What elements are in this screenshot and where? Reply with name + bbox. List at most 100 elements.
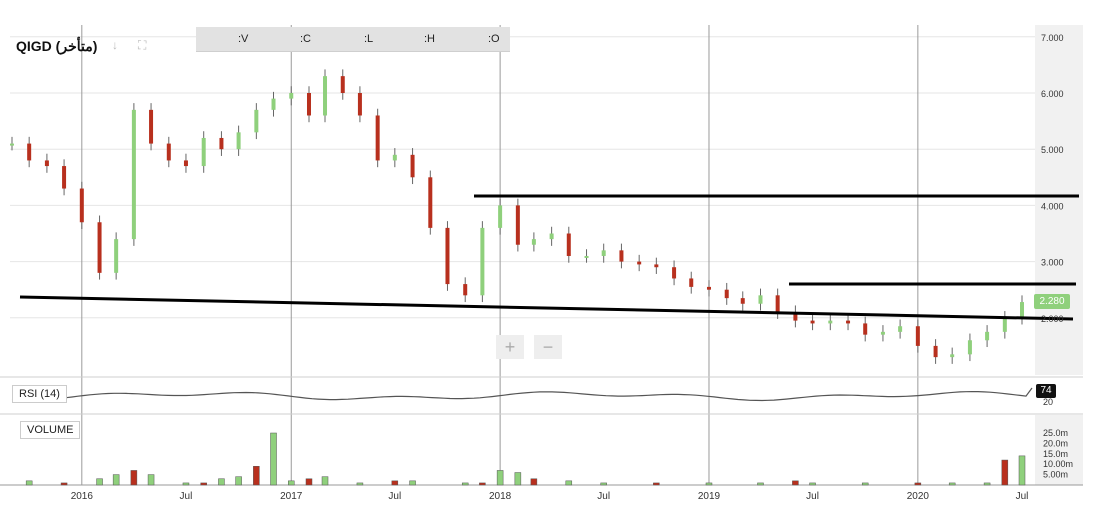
price-candle	[463, 284, 468, 296]
price-candle	[392, 154, 397, 161]
volume-bar	[914, 482, 922, 486]
price-candle	[10, 143, 14, 146]
volume-bar	[200, 482, 207, 486]
volume-bar	[1001, 459, 1009, 486]
rsi-value-badge: 74	[1036, 384, 1056, 398]
price-candle	[357, 93, 362, 116]
price-candle	[566, 233, 571, 256]
rsi-line	[11, 387, 1033, 402]
chart-canvas: 7.000 6.000 5.000 4.000 3.000 2.000 20 25.0m20.…	[0, 25, 1083, 502]
price-candle	[27, 143, 32, 161]
price-tick-label: 5.000	[1041, 145, 1064, 155]
price-candle	[254, 109, 259, 133]
price-candle	[531, 239, 536, 245]
volume-bar	[130, 470, 138, 486]
volume-bar	[409, 480, 416, 486]
volume-bar	[321, 476, 329, 486]
price-candle	[271, 98, 276, 110]
zoom-out-button[interactable]: −	[534, 335, 562, 359]
x-axis-label: Jul	[806, 491, 819, 502]
price-candle	[584, 255, 589, 258]
price-candle	[289, 93, 294, 99]
volume-bar	[270, 432, 277, 486]
volume-bar	[983, 482, 991, 486]
x-axis-label: 2016	[71, 491, 94, 502]
rsi-axis-tick: 20	[1043, 397, 1053, 407]
volume-bar	[288, 480, 295, 486]
volume-bar	[182, 482, 190, 486]
volume-bar	[479, 482, 486, 486]
price-candle	[672, 267, 677, 279]
volume-bar	[861, 482, 869, 486]
price-tick-label: 6.000	[1041, 89, 1064, 99]
price-tick-label: 2.000	[1041, 314, 1064, 324]
price-candle	[601, 250, 606, 256]
price-candle	[933, 345, 938, 358]
volume-bar	[809, 482, 816, 486]
price-candle	[549, 233, 554, 240]
price-candle	[654, 264, 659, 268]
price-candle	[114, 239, 119, 273]
volume-bar	[60, 482, 68, 486]
price-candle	[828, 320, 833, 324]
volume-tick-label: 20.0m	[1043, 438, 1068, 448]
price-candle	[1002, 317, 1007, 332]
price-candle	[515, 205, 520, 245]
price-candle	[445, 227, 450, 285]
trend-line	[19, 295, 1074, 321]
price-candle	[775, 295, 780, 313]
ohlc-close-label: :C	[300, 33, 311, 45]
volume-bar	[461, 482, 469, 486]
price-candle	[79, 188, 84, 223]
x-axis-label: 2020	[907, 491, 930, 502]
price-candle	[166, 143, 171, 161]
zoom-in-button[interactable]: +	[496, 335, 524, 359]
x-axis-label: Jul	[597, 491, 610, 502]
volume-bar	[356, 482, 364, 486]
volume-bar	[514, 472, 522, 486]
volume-panel-label: VOLUME	[20, 421, 81, 439]
price-candle	[915, 326, 920, 346]
price-candle	[898, 326, 903, 332]
volume-bar	[792, 480, 799, 486]
price-candle	[880, 331, 885, 335]
volume-bar	[565, 480, 573, 486]
last-price-badge: 2.280	[1034, 294, 1070, 309]
ticker-title: QIGD (متأخر)	[16, 38, 98, 54]
price-candle	[131, 109, 136, 240]
price-candle	[62, 166, 67, 189]
volume-bar	[653, 482, 660, 486]
ohlc-readout: :V :C :L :H :O	[196, 27, 510, 52]
ohlc-volume-label: :V	[238, 33, 249, 45]
price-candle	[1020, 302, 1024, 318]
price-candle	[740, 298, 745, 304]
price-candle	[967, 340, 972, 355]
price-candle	[306, 93, 311, 116]
price-candle	[428, 177, 433, 228]
price-tick-label: 7.000	[1041, 33, 1064, 43]
price-candle	[758, 295, 763, 304]
price-candle	[724, 289, 729, 299]
price-candle	[340, 76, 345, 93]
volume-bar	[218, 478, 225, 486]
download-icon[interactable]: ↓	[112, 38, 118, 52]
volume-bar	[253, 466, 260, 486]
price-candle	[201, 137, 206, 167]
volume-bar	[705, 482, 713, 486]
volume-bar	[948, 482, 956, 486]
price-candle	[498, 205, 503, 228]
volume-tick-label: 15.0m	[1043, 449, 1068, 459]
price-tick-label: 4.000	[1041, 201, 1064, 211]
volume-bar	[757, 482, 764, 486]
ohlc-open-label: :O	[488, 33, 500, 45]
price-candle	[44, 160, 49, 167]
ohlc-low-label: :L	[364, 33, 374, 45]
price-candle	[410, 154, 415, 178]
fullscreen-icon[interactable]: ⛶	[138, 38, 146, 53]
volume-tick-label: 5.00m	[1043, 470, 1068, 480]
price-candle	[480, 227, 485, 296]
x-axis-label: Jul	[1016, 491, 1029, 502]
x-axis-label: Jul	[180, 491, 193, 502]
price-candle	[619, 250, 624, 262]
price-tick-label: 3.000	[1041, 258, 1064, 268]
